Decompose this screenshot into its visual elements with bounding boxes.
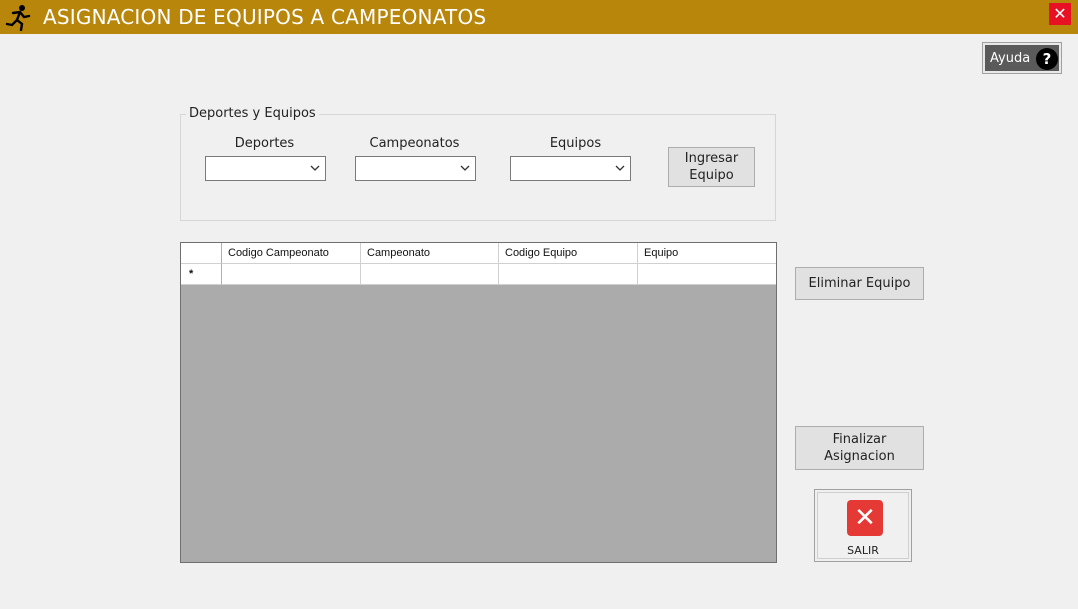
deportes-combobox[interactable] xyxy=(205,156,326,181)
column-header[interactable]: Codigo Campeonato xyxy=(222,243,361,264)
column-header[interactable]: Equipo xyxy=(638,243,776,264)
campeonatos-label: Campeonatos xyxy=(369,136,460,151)
title-bar: ASIGNACION DE EQUIPOS A CAMPEONATOS ✕ xyxy=(0,0,1078,34)
table-cell[interactable] xyxy=(222,264,361,285)
running-person-icon xyxy=(5,5,31,31)
close-icon: ✕ xyxy=(847,500,883,536)
exit-button-face: ✕ SALIR xyxy=(817,492,909,559)
question-icon: ? xyxy=(1036,48,1058,70)
equipos-combobox[interactable] xyxy=(510,156,631,181)
column-header[interactable]: Campeonato xyxy=(361,243,499,264)
table-cell[interactable] xyxy=(499,264,638,285)
group-legend: Deportes y Equipos xyxy=(186,106,319,121)
help-button-face: Ayuda ? xyxy=(985,45,1059,71)
finish-assignment-button[interactable]: Finalizar Asignacion xyxy=(795,426,924,470)
deportes-label: Deportes xyxy=(234,136,295,151)
chevron-down-icon xyxy=(310,165,320,171)
column-header[interactable]: Codigo Equipo xyxy=(499,243,638,264)
chevron-down-icon xyxy=(615,165,625,171)
help-label: Ayuda xyxy=(990,51,1031,66)
help-button[interactable]: Ayuda ? xyxy=(982,42,1062,74)
row-header-corner xyxy=(181,243,222,264)
delete-team-button[interactable]: Eliminar Equipo xyxy=(795,267,924,300)
grid-header-row: Codigo Campeonato Campeonato Codigo Equi… xyxy=(181,243,776,264)
equipos-label: Equipos xyxy=(549,136,602,151)
table-cell[interactable] xyxy=(361,264,499,285)
add-team-button[interactable]: Ingresar Equipo xyxy=(668,147,755,187)
table-cell[interactable] xyxy=(638,264,776,285)
exit-label: SALIR xyxy=(847,544,879,557)
new-row-marker: * xyxy=(181,264,222,285)
chevron-down-icon xyxy=(460,165,470,171)
campeonatos-combobox[interactable] xyxy=(355,156,476,181)
exit-button[interactable]: ✕ SALIR xyxy=(814,489,912,562)
window-title: ASIGNACION DE EQUIPOS A CAMPEONATOS xyxy=(43,5,487,29)
new-row[interactable]: * xyxy=(181,264,776,285)
close-window-button[interactable]: ✕ xyxy=(1049,3,1071,25)
assignments-grid[interactable]: Codigo Campeonato Campeonato Codigo Equi… xyxy=(180,242,777,563)
